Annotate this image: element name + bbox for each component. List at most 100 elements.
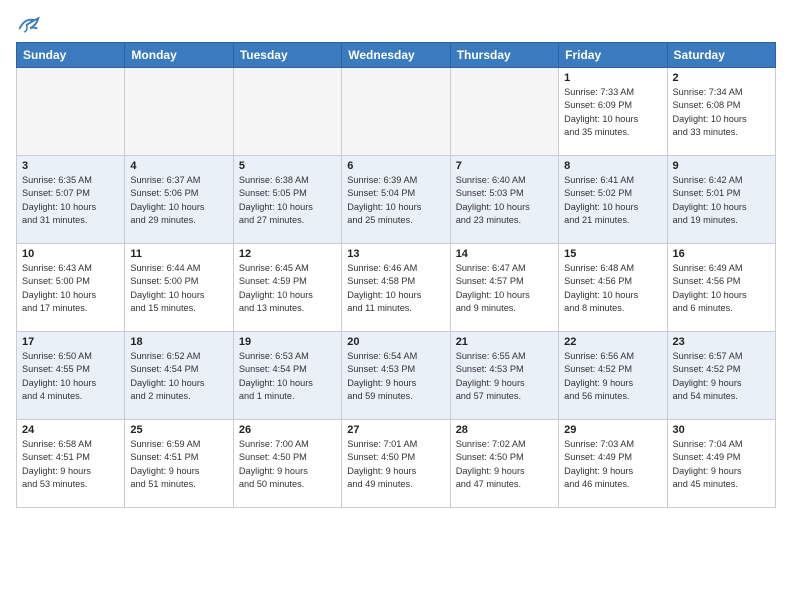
day-number: 30: [673, 424, 770, 436]
day-number: 4: [130, 160, 227, 172]
calendar-cell: 6Sunrise: 6:39 AM Sunset: 5:04 PM Daylig…: [342, 156, 450, 244]
calendar-cell: 4 Sunrise: 6:37 AM Sunset: 5:06 PM Daylig…: [125, 156, 233, 244]
day-info: Sunrise: 6:38 AM Sunset: 5:05 PM Dayligh…: [239, 174, 336, 227]
calendar-cell: 5 Sunrise: 6:38 AM Sunset: 5:05 PM Daylig…: [233, 156, 341, 244]
day-number: 29: [564, 424, 661, 436]
weekday-header-tuesday: Tuesday: [233, 43, 341, 68]
day-info: Sunrise: 6:48 AM Sunset: 4:56 PM Dayligh…: [564, 262, 661, 315]
day-number: 26: [239, 424, 336, 436]
day-number: 7: [456, 160, 553, 172]
calendar-cell: 7 Sunrise: 6:40 AM Sunset: 5:03 PM Daylig…: [450, 156, 558, 244]
day-info: Sunrise: 7:34 AM Sunset: 6:08 PM Dayligh…: [673, 86, 770, 139]
day-info: Sunrise: 6:35 AM Sunset: 5:07 PM Dayligh…: [22, 174, 119, 227]
day-info: Sunrise: 6:58 AM Sunset: 4:51 PM Dayligh…: [22, 438, 119, 491]
day-info: Sunrise: 6:52 AM Sunset: 4:54 PM Dayligh…: [130, 350, 227, 403]
day-info: Sunrise: 6:59 AM Sunset: 4:51 PM Dayligh…: [130, 438, 227, 491]
calendar-cell: 30 Sunrise: 7:04 AM Sunset: 4:49 PM Dayli…: [667, 420, 775, 508]
logo: [16, 16, 40, 34]
day-number: 16: [673, 248, 770, 260]
day-number: 23: [673, 336, 770, 348]
day-info: Sunrise: 6:41 AM Sunset: 5:02 PM Dayligh…: [564, 174, 661, 227]
day-number: 12: [239, 248, 336, 260]
calendar-cell: 2 Sunrise: 7:34 AM Sunset: 6:08 PM Daylig…: [667, 68, 775, 156]
calendar-cell: 1 Sunrise: 7:33 AM Sunset: 6:09 PM Daylig…: [559, 68, 667, 156]
weekday-header-friday: Friday: [559, 43, 667, 68]
day-info: Sunrise: 6:40 AM Sunset: 5:03 PM Dayligh…: [456, 174, 553, 227]
weekday-header-row: SundayMondayTuesdayWednesdayThursdayFrid…: [17, 43, 776, 68]
day-info: Sunrise: 6:50 AM Sunset: 4:55 PM Dayligh…: [22, 350, 119, 403]
calendar-week-row: 17Sunrise: 6:50 AM Sunset: 4:55 PM Dayli…: [17, 332, 776, 420]
calendar-cell: 12Sunrise: 6:45 AM Sunset: 4:59 PM Dayli…: [233, 244, 341, 332]
day-info: Sunrise: 7:00 AM Sunset: 4:50 PM Dayligh…: [239, 438, 336, 491]
day-info: Sunrise: 6:43 AM Sunset: 5:00 PM Dayligh…: [22, 262, 119, 315]
day-number: 5: [239, 160, 336, 172]
calendar-cell: [17, 68, 125, 156]
weekday-header-thursday: Thursday: [450, 43, 558, 68]
day-info: Sunrise: 7:03 AM Sunset: 4:49 PM Dayligh…: [564, 438, 661, 491]
day-info: Sunrise: 6:42 AM Sunset: 5:01 PM Dayligh…: [673, 174, 770, 227]
calendar-week-row: 1 Sunrise: 7:33 AM Sunset: 6:09 PM Daylig…: [17, 68, 776, 156]
day-number: 27: [347, 424, 444, 436]
day-info: Sunrise: 6:47 AM Sunset: 4:57 PM Dayligh…: [456, 262, 553, 315]
calendar-cell: [125, 68, 233, 156]
day-number: 1: [564, 72, 661, 84]
day-info: Sunrise: 6:55 AM Sunset: 4:53 PM Dayligh…: [456, 350, 553, 403]
day-info: Sunrise: 6:54 AM Sunset: 4:53 PM Dayligh…: [347, 350, 444, 403]
day-number: 24: [22, 424, 119, 436]
day-info: Sunrise: 6:49 AM Sunset: 4:56 PM Dayligh…: [673, 262, 770, 315]
calendar-cell: 10 Sunrise: 6:43 AM Sunset: 5:00 PM Dayli…: [17, 244, 125, 332]
calendar-cell: 16 Sunrise: 6:49 AM Sunset: 4:56 PM Dayli…: [667, 244, 775, 332]
calendar-cell: 13 Sunrise: 6:46 AM Sunset: 4:58 PM Dayli…: [342, 244, 450, 332]
day-number: 18: [130, 336, 227, 348]
calendar-cell: 24 Sunrise: 6:58 AM Sunset: 4:51 PM Dayli…: [17, 420, 125, 508]
day-info: Sunrise: 7:02 AM Sunset: 4:50 PM Dayligh…: [456, 438, 553, 491]
day-number: 15: [564, 248, 661, 260]
calendar-cell: 27 Sunrise: 7:01 AM Sunset: 4:50 PM Dayli…: [342, 420, 450, 508]
weekday-header-saturday: Saturday: [667, 43, 775, 68]
day-number: 13: [347, 248, 444, 260]
calendar-cell: 22Sunrise: 6:56 AM Sunset: 4:52 PM Dayli…: [559, 332, 667, 420]
day-number: 28: [456, 424, 553, 436]
day-number: 10: [22, 248, 119, 260]
day-info: Sunrise: 7:04 AM Sunset: 4:49 PM Dayligh…: [673, 438, 770, 491]
calendar-cell: 14 Sunrise: 6:47 AM Sunset: 4:57 PM Dayli…: [450, 244, 558, 332]
weekday-header-monday: Monday: [125, 43, 233, 68]
calendar-cell: 3 Sunrise: 6:35 AM Sunset: 5:07 PM Daylig…: [17, 156, 125, 244]
weekday-header-wednesday: Wednesday: [342, 43, 450, 68]
calendar-cell: 20 Sunrise: 6:54 AM Sunset: 4:53 PM Dayli…: [342, 332, 450, 420]
calendar-cell: 21 Sunrise: 6:55 AM Sunset: 4:53 PM Dayli…: [450, 332, 558, 420]
day-number: 6: [347, 160, 444, 172]
day-info: Sunrise: 6:46 AM Sunset: 4:58 PM Dayligh…: [347, 262, 444, 315]
day-number: 25: [130, 424, 227, 436]
calendar-cell: 28 Sunrise: 7:02 AM Sunset: 4:50 PM Dayli…: [450, 420, 558, 508]
day-info: Sunrise: 7:01 AM Sunset: 4:50 PM Dayligh…: [347, 438, 444, 491]
calendar-cell: 17Sunrise: 6:50 AM Sunset: 4:55 PM Dayli…: [17, 332, 125, 420]
calendar-cell: 18 Sunrise: 6:52 AM Sunset: 4:54 PM Dayli…: [125, 332, 233, 420]
day-number: 11: [130, 248, 227, 260]
calendar-cell: 29 Sunrise: 7:03 AM Sunset: 4:49 PM Dayli…: [559, 420, 667, 508]
calendar-cell: 9Sunrise: 6:42 AM Sunset: 5:01 PM Daylig…: [667, 156, 775, 244]
day-number: 19: [239, 336, 336, 348]
calendar-cell: [233, 68, 341, 156]
day-number: 14: [456, 248, 553, 260]
page: SundayMondayTuesdayWednesdayThursdayFrid…: [0, 0, 792, 612]
day-number: 20: [347, 336, 444, 348]
calendar-week-row: 3 Sunrise: 6:35 AM Sunset: 5:07 PM Daylig…: [17, 156, 776, 244]
calendar-cell: [450, 68, 558, 156]
day-info: Sunrise: 6:57 AM Sunset: 4:52 PM Dayligh…: [673, 350, 770, 403]
day-number: 2: [673, 72, 770, 84]
day-info: Sunrise: 7:33 AM Sunset: 6:09 PM Dayligh…: [564, 86, 661, 139]
calendar-cell: 11 Sunrise: 6:44 AM Sunset: 5:00 PM Dayli…: [125, 244, 233, 332]
calendar-cell: 15 Sunrise: 6:48 AM Sunset: 4:56 PM Dayli…: [559, 244, 667, 332]
day-number: 3: [22, 160, 119, 172]
calendar-cell: 8 Sunrise: 6:41 AM Sunset: 5:02 PM Daylig…: [559, 156, 667, 244]
calendar-week-row: 24 Sunrise: 6:58 AM Sunset: 4:51 PM Dayli…: [17, 420, 776, 508]
header: [16, 12, 776, 34]
day-number: 8: [564, 160, 661, 172]
day-number: 21: [456, 336, 553, 348]
day-info: Sunrise: 6:37 AM Sunset: 5:06 PM Dayligh…: [130, 174, 227, 227]
calendar-cell: [342, 68, 450, 156]
day-info: Sunrise: 6:44 AM Sunset: 5:00 PM Dayligh…: [130, 262, 227, 315]
logo-bird-icon: [18, 16, 40, 34]
calendar-cell: 23 Sunrise: 6:57 AM Sunset: 4:52 PM Dayli…: [667, 332, 775, 420]
